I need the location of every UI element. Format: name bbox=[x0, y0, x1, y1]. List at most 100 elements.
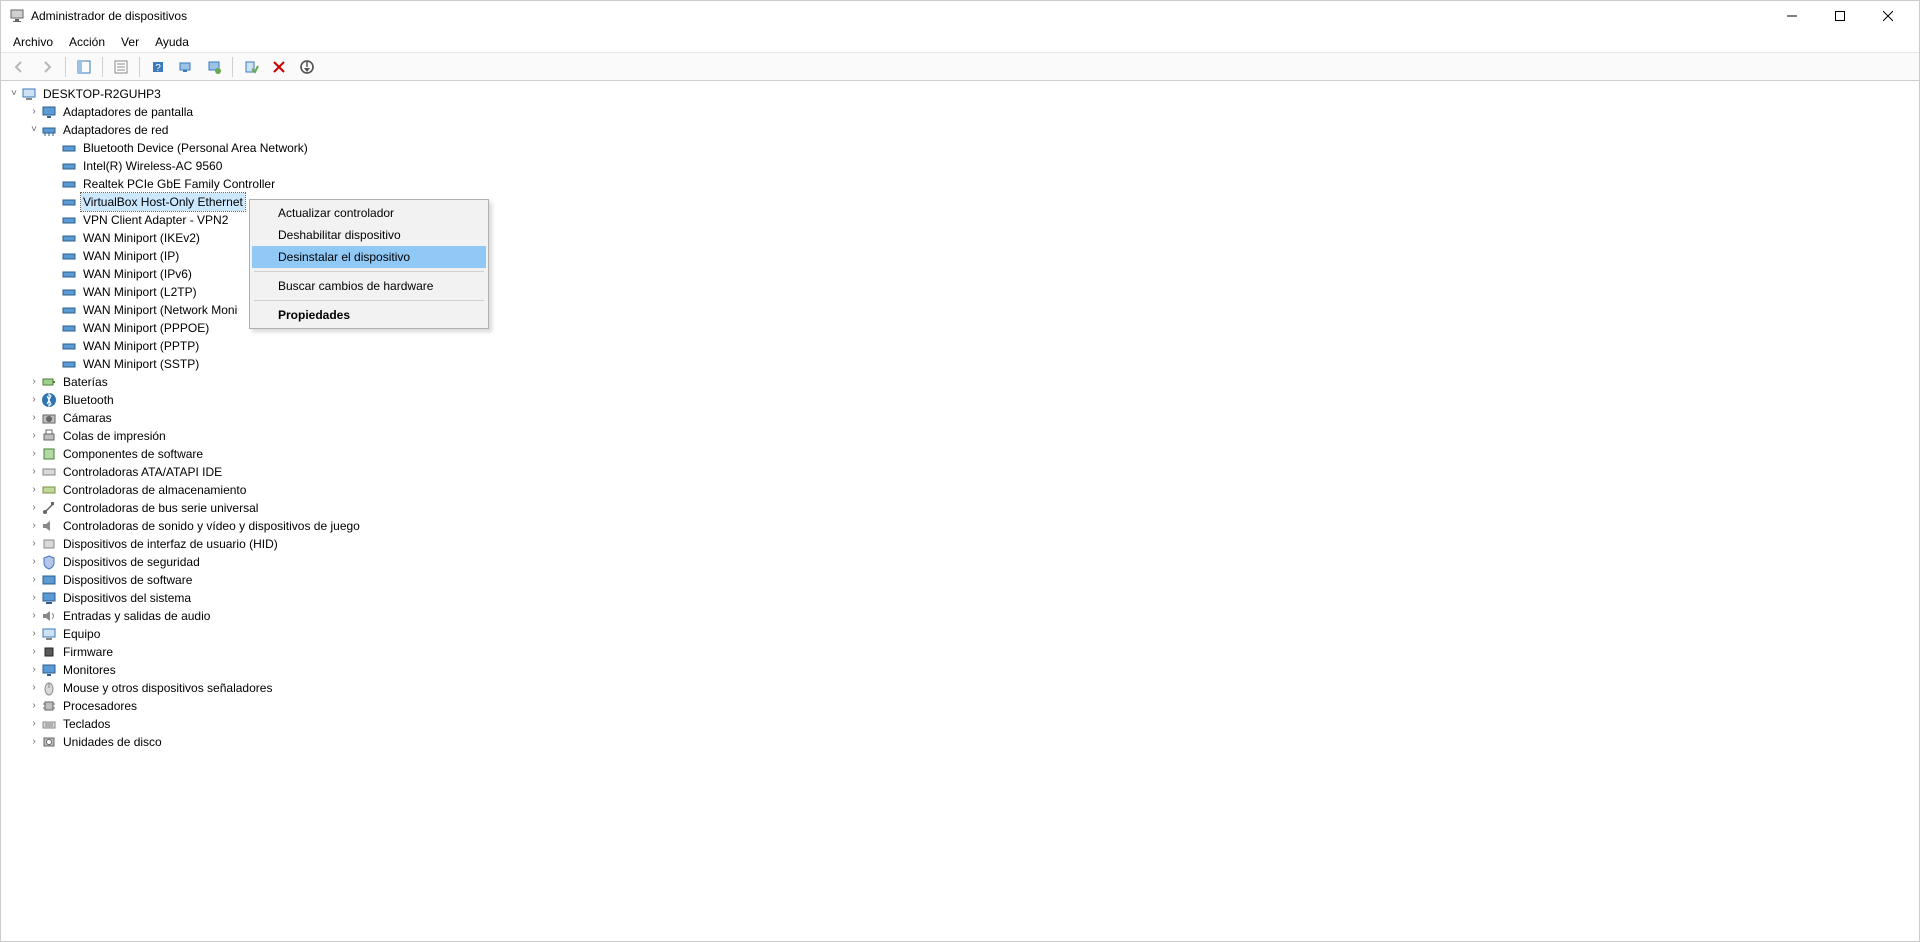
enable-device-button[interactable] bbox=[239, 56, 263, 78]
tree-category-storage-controllers[interactable]: › Controladoras de almacenamiento bbox=[5, 481, 1919, 499]
tree-category-audio-io[interactable]: › Entradas y salidas de audio bbox=[5, 607, 1919, 625]
context-menu-scan-hardware[interactable]: Buscar cambios de hardware bbox=[252, 275, 486, 297]
chevron-down-icon[interactable]: ˅ bbox=[9, 85, 21, 103]
tree-item-label: Monitores bbox=[61, 661, 118, 679]
tree-item-label: WAN Miniport (Network Moni bbox=[81, 301, 239, 319]
tree-device-wan-pptp[interactable]: · WAN Miniport (PPTP) bbox=[5, 337, 1919, 355]
scan-hardware-button[interactable] bbox=[174, 56, 198, 78]
chevron-right-icon[interactable]: › bbox=[29, 697, 41, 715]
chevron-right-icon[interactable]: › bbox=[29, 607, 41, 625]
chevron-right-icon[interactable]: › bbox=[29, 679, 41, 697]
chevron-right-icon[interactable]: › bbox=[29, 409, 41, 427]
show-hide-console-tree-button[interactable] bbox=[72, 56, 96, 78]
chevron-right-icon[interactable]: › bbox=[29, 571, 41, 589]
tree-category-hid[interactable]: › Dispositivos de interfaz de usuario (H… bbox=[5, 535, 1919, 553]
bluetooth-icon bbox=[41, 392, 57, 408]
network-device-icon bbox=[61, 140, 77, 156]
tree-category-disk-drives[interactable]: › Unidades de disco bbox=[5, 733, 1919, 751]
tree-category-computer[interactable]: › Equipo bbox=[5, 625, 1919, 643]
help-button[interactable]: ? bbox=[146, 56, 170, 78]
tree-device-bluetooth-pan[interactable]: · Bluetooth Device (Personal Area Networ… bbox=[5, 139, 1919, 157]
chevron-right-icon[interactable]: › bbox=[29, 103, 41, 121]
svg-text:?: ? bbox=[155, 63, 161, 74]
tree-category-cameras[interactable]: › Cámaras bbox=[5, 409, 1919, 427]
tree-category-mice[interactable]: › Mouse y otros dispositivos señaladores bbox=[5, 679, 1919, 697]
tree-category-bluetooth[interactable]: › Bluetooth bbox=[5, 391, 1919, 409]
tree-category-display-adapters[interactable]: › Adaptadores de pantalla bbox=[5, 103, 1919, 121]
menu-help[interactable]: Ayuda bbox=[147, 33, 197, 51]
network-device-icon bbox=[61, 176, 77, 192]
tree-item-label: Bluetooth bbox=[61, 391, 116, 409]
tree-category-processors[interactable]: › Procesadores bbox=[5, 697, 1919, 715]
network-device-icon bbox=[61, 320, 77, 336]
tree-device-wan-sstp[interactable]: · WAN Miniport (SSTP) bbox=[5, 355, 1919, 373]
tree-item-label: Unidades de disco bbox=[61, 733, 164, 751]
update-driver-button[interactable] bbox=[202, 56, 226, 78]
tree-category-monitors[interactable]: › Monitores bbox=[5, 661, 1919, 679]
close-button[interactable] bbox=[1865, 1, 1911, 31]
maximize-button[interactable] bbox=[1817, 1, 1863, 31]
network-device-icon bbox=[61, 230, 77, 246]
tree-item-label: Dispositivos de interfaz de usuario (HID… bbox=[61, 535, 280, 553]
hid-icon bbox=[41, 536, 57, 552]
tree-item-label: Intel(R) Wireless-AC 9560 bbox=[81, 157, 224, 175]
computer-icon bbox=[21, 86, 37, 102]
device-tree[interactable]: ˅ DESKTOP-R2GUHP3 › Adaptadores de panta… bbox=[1, 81, 1919, 941]
chevron-right-icon[interactable]: › bbox=[29, 481, 41, 499]
disable-device-button[interactable] bbox=[295, 56, 319, 78]
context-menu-disable-device[interactable]: Deshabilitar dispositivo bbox=[252, 224, 486, 246]
tree-device-intel-wireless[interactable]: · Intel(R) Wireless-AC 9560 bbox=[5, 157, 1919, 175]
tree-item-label: Mouse y otros dispositivos señaladores bbox=[61, 679, 274, 697]
chevron-right-icon[interactable]: › bbox=[29, 373, 41, 391]
chevron-right-icon[interactable]: › bbox=[29, 427, 41, 445]
tree-category-firmware[interactable]: › Firmware bbox=[5, 643, 1919, 661]
tree-category-software-components[interactable]: › Componentes de software bbox=[5, 445, 1919, 463]
disk-icon bbox=[41, 734, 57, 750]
tree-category-batteries[interactable]: › Baterías bbox=[5, 373, 1919, 391]
tree-device-realtek-gbe[interactable]: · Realtek PCIe GbE Family Controller bbox=[5, 175, 1919, 193]
chevron-right-icon[interactable]: › bbox=[29, 445, 41, 463]
network-device-icon bbox=[61, 158, 77, 174]
tree-category-software-devices[interactable]: › Dispositivos de software bbox=[5, 571, 1919, 589]
tree-item-label: WAN Miniport (PPPOE) bbox=[81, 319, 211, 337]
context-menu-update-driver[interactable]: Actualizar controlador bbox=[252, 202, 486, 224]
tree-category-system-devices[interactable]: › Dispositivos del sistema bbox=[5, 589, 1919, 607]
menu-action[interactable]: Acción bbox=[61, 33, 113, 51]
uninstall-device-button[interactable] bbox=[267, 56, 291, 78]
chevron-right-icon[interactable]: › bbox=[29, 715, 41, 733]
chevron-right-icon[interactable]: › bbox=[29, 391, 41, 409]
tree-root[interactable]: ˅ DESKTOP-R2GUHP3 bbox=[5, 85, 1919, 103]
tree-category-network-adapters[interactable]: ˅ Adaptadores de red bbox=[5, 121, 1919, 139]
chevron-down-icon[interactable]: ˅ bbox=[29, 121, 41, 139]
chevron-right-icon[interactable]: › bbox=[29, 589, 41, 607]
sound-icon bbox=[41, 518, 57, 534]
tree-item-label: VirtualBox Host-Only Ethernet bbox=[81, 193, 245, 211]
chevron-right-icon[interactable]: › bbox=[29, 625, 41, 643]
context-menu-uninstall-device[interactable]: Desinstalar el dispositivo bbox=[252, 246, 486, 268]
chevron-right-icon[interactable]: › bbox=[29, 499, 41, 517]
tree-category-print-queues[interactable]: › Colas de impresión bbox=[5, 427, 1919, 445]
chevron-right-icon[interactable]: › bbox=[29, 463, 41, 481]
chevron-right-icon[interactable]: › bbox=[29, 553, 41, 571]
back-button[interactable] bbox=[7, 56, 31, 78]
tree-item-label: WAN Miniport (PPTP) bbox=[81, 337, 201, 355]
chevron-right-icon[interactable]: › bbox=[29, 661, 41, 679]
tree-category-ata-controllers[interactable]: › Controladoras ATA/ATAPI IDE bbox=[5, 463, 1919, 481]
context-menu-properties[interactable]: Propiedades bbox=[252, 304, 486, 326]
tree-category-keyboards[interactable]: › Teclados bbox=[5, 715, 1919, 733]
minimize-button[interactable] bbox=[1769, 1, 1815, 31]
battery-icon bbox=[41, 374, 57, 390]
forward-button[interactable] bbox=[35, 56, 59, 78]
tree-category-security-devices[interactable]: › Dispositivos de seguridad bbox=[5, 553, 1919, 571]
monitor-icon bbox=[41, 662, 57, 678]
chevron-right-icon[interactable]: › bbox=[29, 733, 41, 751]
chevron-right-icon[interactable]: › bbox=[29, 517, 41, 535]
chevron-right-icon[interactable]: › bbox=[29, 643, 41, 661]
tree-category-usb-controllers[interactable]: › Controladoras de bus serie universal bbox=[5, 499, 1919, 517]
tree-category-audio-video-game[interactable]: › Controladoras de sonido y vídeo y disp… bbox=[5, 517, 1919, 535]
tree-item-label: Firmware bbox=[61, 643, 115, 661]
properties-button[interactable] bbox=[109, 56, 133, 78]
menu-file[interactable]: Archivo bbox=[5, 33, 61, 51]
chevron-right-icon[interactable]: › bbox=[29, 535, 41, 553]
menu-view[interactable]: Ver bbox=[113, 33, 147, 51]
